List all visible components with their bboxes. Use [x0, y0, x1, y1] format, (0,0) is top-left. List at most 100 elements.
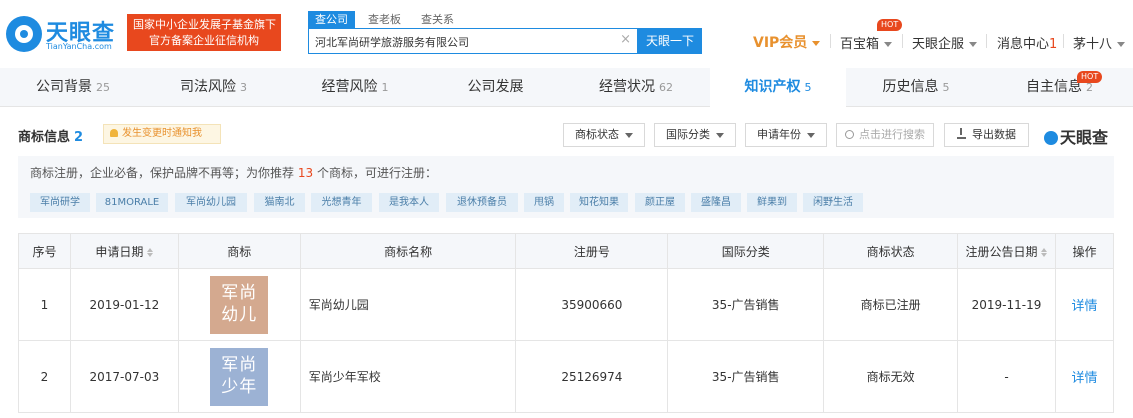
table-search-input[interactable]: 点击进行搜索 — [836, 123, 934, 147]
col-action: 操作 — [1054, 233, 1115, 269]
cell-status: 商标已注册 — [823, 268, 958, 341]
recommend-chip[interactable]: 知花知果 — [570, 193, 628, 212]
chevron-down-icon — [969, 42, 978, 47]
tab-business-risk[interactable]: 经营风险 1 — [281, 68, 429, 107]
download-icon — [957, 128, 966, 139]
message-label: 消息中心 — [997, 37, 1050, 52]
recommend-chip[interactable]: 闲野生活 — [803, 193, 863, 212]
recommend-chip[interactable]: 猫南北 — [254, 193, 305, 212]
recommend-text-after: 个商标，可进行注册： — [316, 166, 437, 180]
recommend-chip[interactable]: 甩锅 — [524, 193, 564, 212]
cell-apply-date: 2017-07-03 — [69, 340, 179, 413]
notify-button[interactable]: 发生变更时通知我 — [103, 124, 221, 144]
recommend-number: 13 — [297, 166, 314, 180]
col-intl-class: 国际分类 — [667, 233, 825, 269]
cell-trademark-name: 军尚少年军校 — [299, 340, 517, 413]
trademark-image[interactable]: 军尚 少年 — [210, 347, 269, 406]
promo-banner[interactable]: 国家中小企业发展子基金旗下 官方备案企业征信机构 — [127, 14, 281, 51]
cell-intl-class: 35-广告销售 — [667, 268, 825, 341]
user-menu[interactable]: 茅十八 — [1073, 33, 1126, 52]
tab-label: 历史信息 — [882, 79, 939, 95]
cell-index: 2 — [18, 340, 71, 413]
chevron-down-icon — [716, 132, 724, 138]
treasure-label: 百宝箱 — [840, 37, 880, 52]
search-button[interactable]: 天眼一下 — [638, 28, 702, 54]
trademark-image-line-1: 军尚 — [221, 282, 258, 303]
chevron-down-icon — [812, 40, 821, 46]
filter-label: 申请年份 — [757, 128, 801, 141]
cell-reg-no: 25126974 — [515, 340, 669, 413]
filter-intl-class[interactable]: 国际分类 — [654, 123, 736, 147]
col-pub-date-label: 注册公告日期 — [965, 244, 1038, 259]
tab-count: 3 — [240, 81, 247, 94]
tab-history-info[interactable]: 历史信息 5 — [846, 68, 986, 107]
treasure-menu[interactable]: 百宝箱 — [840, 33, 893, 52]
chevron-down-icon — [807, 132, 815, 138]
recommend-chip[interactable]: 光想青年 — [311, 193, 372, 212]
tab-operation-status[interactable]: 经营状况 62 — [562, 68, 710, 107]
clear-icon[interactable]: × — [620, 32, 631, 47]
brand-text: 天眼查 — [1060, 128, 1109, 147]
detail-link[interactable]: 详情 — [1071, 371, 1097, 386]
search-input[interactable]: 河北军尚研学旅游服务有限公司 × — [308, 28, 638, 54]
enterprise-menu[interactable]: 天眼企服 — [912, 33, 978, 52]
search-tab-relation[interactable]: 查关系 — [414, 11, 461, 28]
top-header: 天眼查 TianYanCha.com 国家中小企业发展子基金旗下 官方备案企业征… — [0, 0, 1133, 68]
cell-trademark: 军尚 少年 — [177, 340, 301, 413]
enterprise-label: 天眼企服 — [912, 37, 965, 52]
recommend-chip[interactable]: 是我本人 — [379, 193, 439, 212]
recommend-text: 商标注册，企业必备，保护品牌不再等；为你推荐 13 个商标，可进行注册： — [30, 164, 437, 181]
vip-label: VIP会员 — [753, 35, 808, 51]
tab-count: 5 — [942, 81, 950, 94]
sort-icon[interactable] — [147, 247, 154, 257]
search-icon — [845, 130, 854, 139]
cell-apply-date: 2019-01-12 — [69, 268, 179, 341]
sort-icon[interactable] — [1041, 247, 1048, 257]
table-row: 1 2019-01-12 军尚 幼儿 军尚幼儿园 35900660 35-广告销… — [18, 268, 1115, 341]
filter-label: 国际分类 — [666, 128, 710, 141]
tab-count: 1 — [381, 81, 389, 94]
chevron-down-icon — [1117, 42, 1126, 47]
recommend-chip[interactable]: 盛隆昌 — [691, 193, 741, 212]
recommend-chip[interactable]: 军尚研学 — [30, 193, 90, 212]
cell-pub-date: - — [957, 340, 1056, 413]
recommend-chip[interactable]: 退休预备员 — [446, 193, 518, 212]
col-pub-date[interactable]: 注册公告日期 — [957, 233, 1056, 269]
col-apply-date-label: 申请日期 — [95, 244, 144, 259]
trademark-image-line-2: 幼儿 — [221, 304, 258, 325]
section-count: 2 — [74, 130, 84, 145]
tab-label: 公司发展 — [467, 79, 524, 95]
detail-link[interactable]: 详情 — [1071, 299, 1097, 314]
hot-badge: HOT — [1077, 71, 1103, 83]
trademark-image[interactable]: 军尚 幼儿 — [210, 275, 269, 334]
trademark-table: 序号 申请日期 商标 商标名称 注册号 国际分类 商标状态 注册公告日期 操作 … — [18, 233, 1115, 413]
message-count: 1 — [1049, 37, 1058, 52]
export-button[interactable]: 导出数据 — [944, 123, 1029, 147]
filter-trademark-status[interactable]: 商标状态 — [563, 123, 645, 147]
col-apply-date[interactable]: 申请日期 — [69, 233, 179, 269]
cell-pub-date: 2019-11-19 — [957, 268, 1056, 341]
tab-company-background[interactable]: 公司背景 25 — [0, 68, 146, 107]
message-center[interactable]: 消息中心1 — [997, 33, 1057, 52]
tab-self-info[interactable]: 自主信息 2 — [986, 68, 1133, 107]
recommend-chip[interactable]: 鲜果到 — [747, 193, 797, 212]
filter-apply-year[interactable]: 申请年份 — [745, 123, 827, 147]
recommend-chip[interactable]: 81MORALE — [96, 193, 168, 212]
cell-trademark-name: 军尚幼儿园 — [299, 268, 517, 341]
recommend-chip[interactable]: 军尚幼儿园 — [175, 193, 247, 212]
search-type-tabs: 查公司 查老板 查关系 — [308, 11, 461, 29]
recommend-chip[interactable]: 颜正屋 — [635, 193, 685, 212]
search-input-value: 河北军尚研学旅游服务有限公司 — [315, 36, 469, 49]
search-tab-boss[interactable]: 查老板 — [361, 11, 408, 28]
company-tabs: 公司背景 25 司法风险 3 经营风险 1 公司发展 经营状况 62 知识产权 5 历史信… — [0, 68, 1133, 107]
site-logo[interactable]: 天眼查 TianYanCha.com — [6, 14, 124, 54]
search-tab-company[interactable]: 查公司 — [308, 11, 355, 28]
eye-logo-icon — [1044, 131, 1058, 145]
tab-label: 知识产权 — [744, 79, 801, 95]
search-placeholder: 点击进行搜索 — [859, 128, 925, 141]
tab-company-development[interactable]: 公司发展 — [429, 68, 562, 107]
vip-menu[interactable]: VIP会员 — [753, 32, 821, 52]
tab-judicial-risk[interactable]: 司法风险 3 — [146, 68, 281, 107]
tab-intellectual-property[interactable]: 知识产权 5 — [710, 68, 846, 107]
divider — [986, 34, 987, 48]
